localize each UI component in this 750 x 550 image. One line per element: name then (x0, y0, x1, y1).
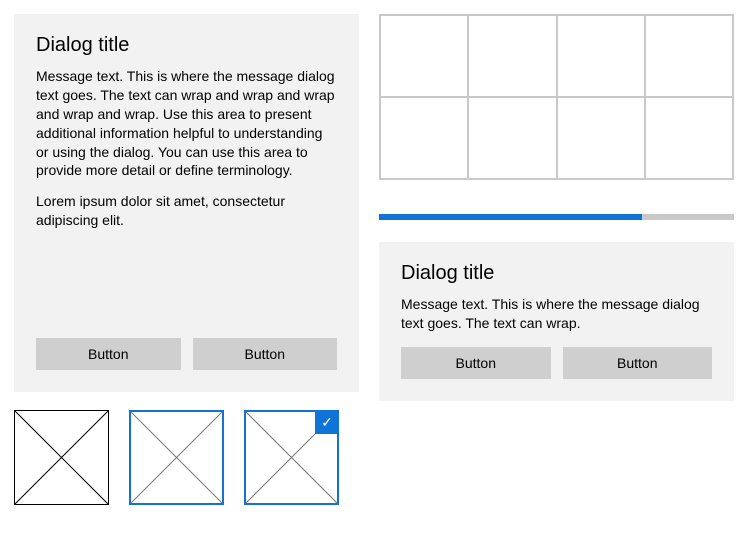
data-grid (379, 14, 734, 180)
dialog-actions: Button Button (36, 338, 337, 370)
dialog-message-secondary: Lorem ipsum dolor sit amet, consectetur … (36, 192, 337, 230)
grid-cell[interactable] (380, 15, 468, 97)
grid-cell[interactable] (645, 97, 733, 179)
dialog-message: Message text. This is where the message … (401, 295, 712, 333)
dialog-title: Dialog title (36, 34, 337, 57)
dialog-actions: Button Button (401, 347, 712, 379)
dialog-button-1[interactable]: Button (36, 338, 181, 370)
grid-cell[interactable] (557, 15, 645, 97)
grid-cell[interactable] (468, 97, 556, 179)
thumbnail-row: ✓ (14, 410, 359, 505)
grid-cell[interactable] (557, 97, 645, 179)
image-placeholder-icon (14, 410, 109, 505)
progress-bar (379, 214, 734, 220)
grid-cell[interactable] (645, 15, 733, 97)
thumbnail-checked[interactable]: ✓ (244, 410, 339, 505)
dialog-button-2[interactable]: Button (563, 347, 713, 379)
dialog-body: Message text. This is where the message … (401, 295, 712, 333)
grid-cell[interactable] (468, 15, 556, 97)
dialog-button-2[interactable]: Button (193, 338, 338, 370)
dialog-body: Message text. This is where the message … (36, 67, 337, 230)
progress-fill (379, 214, 642, 220)
thumbnail-default[interactable] (14, 410, 109, 505)
image-placeholder-icon (129, 410, 224, 505)
thumbnail-selected[interactable] (129, 410, 224, 505)
dialog-title: Dialog title (401, 262, 712, 285)
dialog-large: Dialog title Message text. This is where… (14, 14, 359, 392)
dialog-small: Dialog title Message text. This is where… (379, 242, 734, 401)
grid-cell[interactable] (380, 97, 468, 179)
checkmark-icon: ✓ (315, 410, 339, 434)
dialog-message: Message text. This is where the message … (36, 67, 337, 180)
dialog-button-1[interactable]: Button (401, 347, 551, 379)
